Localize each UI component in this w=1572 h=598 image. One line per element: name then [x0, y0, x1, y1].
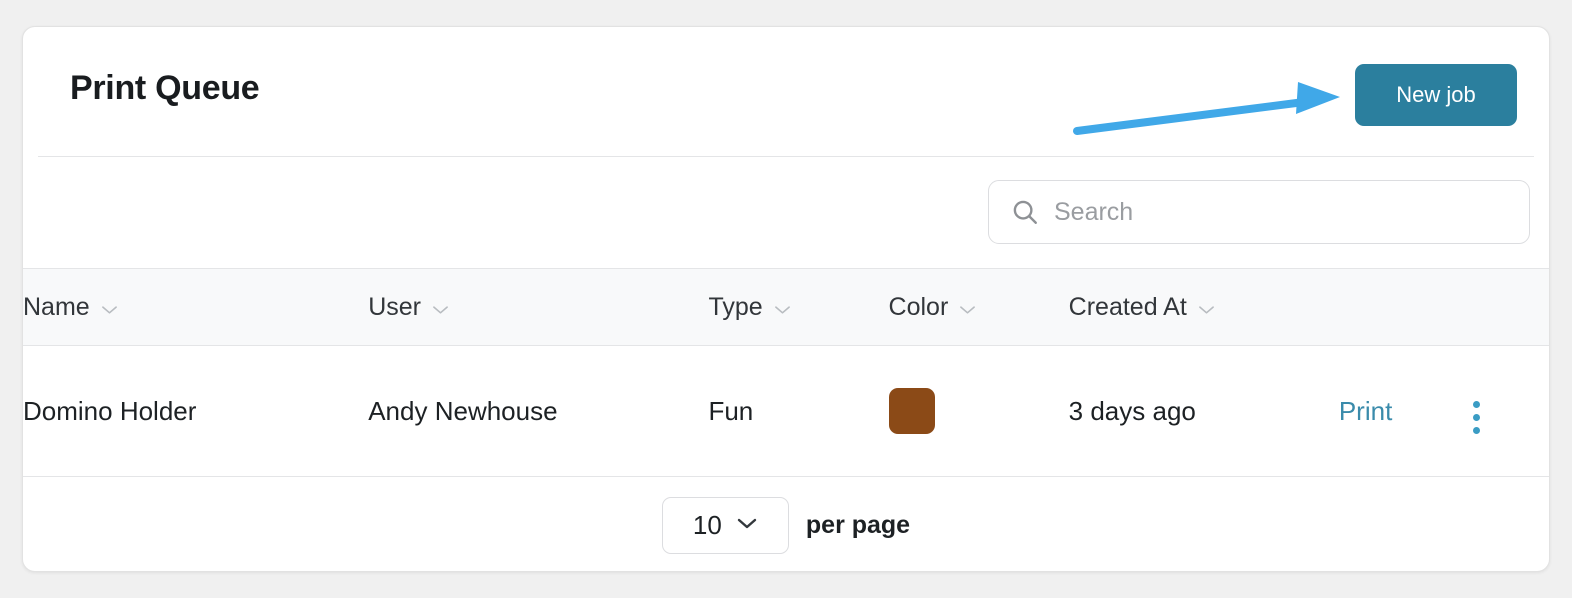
column-header-created-at[interactable]: Created At — [1068, 268, 1339, 346]
chevron-down-icon — [774, 304, 791, 315]
card-header: Print Queue New job — [23, 27, 1549, 157]
chevron-down-icon — [432, 304, 449, 315]
column-header-color-label: Color — [888, 292, 949, 321]
screen-root: Print Queue New job Search Name User Typ… — [0, 0, 1572, 598]
search-icon — [1010, 197, 1040, 227]
column-header-color[interactable]: Color — [888, 268, 1069, 346]
chevron-down-icon — [101, 304, 118, 315]
cell-created-at: 3 days ago — [1068, 345, 1339, 477]
column-header-name-label: Name — [23, 292, 90, 321]
table-header-row: Name User Type Color Created At — [23, 268, 1549, 346]
search-input[interactable] — [1054, 197, 1513, 227]
print-jobs-table: Name User Type Color Created At Domino H… — [23, 268, 1549, 477]
print-link[interactable]: Print — [1339, 396, 1392, 426]
column-header-name[interactable]: Name — [23, 268, 369, 346]
column-header-created-at-label: Created At — [1068, 292, 1187, 321]
column-header-type-label: Type — [708, 292, 763, 321]
print-queue-card: Print Queue New job Search Name User Typ… — [22, 26, 1550, 572]
column-header-user[interactable]: User — [368, 268, 709, 346]
color-swatch — [888, 388, 935, 434]
new-job-button[interactable]: New job — [1355, 64, 1517, 126]
column-header-type[interactable]: Type — [708, 268, 889, 346]
table-row: Domino Holder Andy Newhouse Fun 3 days a… — [23, 345, 1549, 477]
search-field-wrapper[interactable] — [988, 180, 1530, 244]
column-header-actions — [1338, 268, 1469, 346]
cell-action: Print — [1338, 345, 1469, 477]
chevron-down-icon — [959, 304, 976, 315]
column-header-user-label: User — [368, 292, 422, 321]
column-header-menu — [1468, 268, 1549, 346]
kebab-menu-icon[interactable] — [1469, 397, 1484, 438]
cell-row-menu — [1468, 345, 1549, 477]
cell-type: Fun — [708, 345, 889, 477]
cell-user: Andy Newhouse — [368, 345, 709, 477]
per-page-value: 10 — [692, 510, 722, 540]
chevron-down-icon — [736, 516, 758, 535]
per-page-label: per page — [805, 511, 911, 539]
search-zone — [23, 157, 1549, 268]
per-page-select[interactable]: 10 — [661, 497, 789, 554]
pagination-footer: 10 per page — [23, 477, 1549, 571]
cell-color — [888, 345, 1069, 477]
chevron-down-icon — [1198, 304, 1215, 315]
page-title: Print Queue — [70, 69, 260, 107]
cell-name: Domino Holder — [23, 345, 369, 477]
